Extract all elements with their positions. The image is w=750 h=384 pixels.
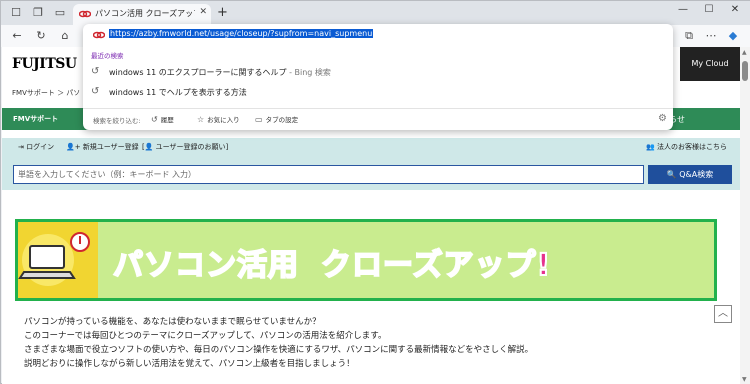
link-favicon-icon (79, 10, 91, 18)
scroll-up-icon[interactable]: ▲ (742, 49, 747, 56)
suggestion-text: windows 11 でヘルプを表示する方法 (109, 88, 247, 97)
qa-search-label: Q&A検索 (679, 170, 714, 179)
history-icon: ↺ (91, 66, 100, 77)
banner-title-part2: クローズアップ! (320, 247, 552, 284)
tab-close-icon[interactable]: ✕ (199, 7, 207, 17)
back-to-top-button[interactable]: ︿ (714, 305, 732, 323)
register-request-label: ユーザー登録のお願い (155, 143, 226, 151)
filter-history-button[interactable]: ↺ 履歴 (151, 114, 174, 124)
register-request-link[interactable]: [👤 ユーザー登録のお願い] (142, 142, 228, 152)
minimize-button[interactable]: — (673, 4, 693, 15)
filter-history-label: 履歴 (160, 116, 174, 124)
breadcrumb[interactable]: FMVサポート ＞ パソ (12, 88, 80, 98)
login-link[interactable]: ⇥ ログイン (18, 142, 54, 152)
address-bar[interactable]: https://azby.fmworld.net/usage/closeup/?… (83, 24, 673, 46)
user-bar: ⇥ ログイン 👤+ 新規ユーザー登録 [👤 ユーザー登録のお願い] 👥 法人のお… (2, 138, 740, 156)
intro-text: パソコンが持っている機能を、あなたは使わないままで眠らせていませんか？ このコー… (24, 315, 533, 371)
gear-icon[interactable]: ⚙ (658, 113, 667, 124)
banner-title-part1: パソコン活用 (112, 247, 299, 284)
link-icon (93, 31, 105, 39)
intro-line: さまざまな場面で役立つソフトの使い方や、毎日のパソコン操作を快適にするワザ、パソ… (24, 345, 534, 355)
login-label: ログイン (26, 143, 55, 151)
refresh-icon[interactable]: ↻ (33, 29, 49, 42)
corporate-link[interactable]: 👥 法人のお客様はこちら (646, 142, 727, 152)
collections-icon[interactable]: ⧉ (681, 29, 697, 43)
closeup-banner: パソコン活用 クローズアップ! (15, 219, 717, 301)
close-window-button[interactable]: ✕ (725, 4, 745, 15)
new-tab-button[interactable]: + (217, 5, 228, 20)
tab-active[interactable]: パソコン活用 クローズアップ！ - FMVサポート ✕ (73, 4, 211, 25)
profile-icon[interactable]: ☐ (9, 6, 23, 20)
filter-favorites-label: お気に入り (207, 116, 240, 124)
qa-search-button[interactable]: 🔍 Q&A検索 (648, 165, 732, 184)
more-menu-icon[interactable]: ⋯ (703, 29, 719, 42)
search-filter-row: 検索を絞り込む: ↺ 履歴 ☆ お気に入り ▭ タブの設定 ⚙ (83, 108, 673, 130)
history-icon: ↺ (151, 115, 158, 124)
laptop-illustration (18, 222, 98, 298)
home-icon[interactable]: ⌂ (57, 29, 73, 42)
history-icon: ↺ (91, 86, 100, 97)
page-scrollbar[interactable]: ▲ ▼ (740, 47, 750, 384)
search-area: 単語を入力してください（例：キーボード 入力） 🔍 Q&A検索 (2, 156, 740, 190)
tabs-icon: ▭ (255, 115, 263, 124)
filter-label: 検索を絞り込む: (93, 117, 141, 125)
register-label: 新規ユーザー登録 (82, 143, 139, 151)
scrollbar-thumb[interactable] (742, 61, 748, 81)
address-url[interactable]: https://azby.fmworld.net/usage/closeup/?… (109, 29, 374, 38)
maximize-button[interactable]: ☐ (699, 4, 719, 15)
title-bar: ☐ ❐ ▭ パソコン活用 クローズアップ！ - FMVサポート ✕ + — ☐ … (1, 1, 750, 25)
chevron-up-icon: ︿ (718, 308, 728, 319)
suggestion-source: - Bing 検索 (286, 68, 331, 77)
filter-favorites-button[interactable]: ☆ お気に入り (197, 114, 240, 124)
back-arrow-icon[interactable]: ← (9, 29, 25, 42)
suggestion-item[interactable]: ↺ windows 11 でヘルプを表示する方法 (83, 82, 673, 102)
scroll-down-icon[interactable]: ▼ (742, 376, 747, 383)
tab-title: パソコン活用 クローズアップ！ - FMVサポート (95, 9, 195, 18)
filter-tabs-label: タブの設定 (265, 116, 299, 124)
suggestion-item[interactable]: ↺ windows 11 のエクスプローラーに関するヘルプ - Bing 検索 (83, 62, 673, 82)
address-bar-dropdown: https://azby.fmworld.net/usage/closeup/?… (83, 24, 673, 130)
corporate-label: 法人のお客様はこちら (656, 143, 727, 151)
qa-search-input[interactable]: 単語を入力してください（例：キーボード 入力） (13, 165, 644, 184)
recent-searches-header: 最近の検索 (91, 52, 124, 60)
intro-line: パソコンが持っている機能を、あなたは使わないままで眠らせていませんか？ (24, 317, 321, 327)
copilot-icon[interactable]: ◆ (725, 29, 741, 42)
suggestion-text: windows 11 のエクスプローラーに関するヘルプ (109, 68, 287, 77)
fujitsu-logo[interactable]: FUJITSU (12, 56, 77, 72)
laptop-icon (18, 232, 90, 286)
browser-window: ☐ ❐ ▭ パソコン活用 クローズアップ！ - FMVサポート ✕ + — ☐ … (0, 0, 750, 384)
fmv-support-nav-label[interactable]: FMVサポート (13, 114, 58, 124)
register-link[interactable]: 👤+ 新規ユーザー登録 (66, 142, 139, 152)
mycloud-link[interactable]: My Cloud (680, 47, 740, 81)
intro-line: このコーナーでは毎回ひとつのテーマにクローズアップして、パソコンの活用法を紹介し… (24, 331, 387, 341)
search-icon: 🔍 (666, 170, 677, 179)
workspaces-icon[interactable]: ❐ (31, 6, 45, 20)
star-icon: ☆ (197, 115, 205, 124)
tab-actions-icon[interactable]: ▭ (53, 6, 67, 20)
intro-line: 説明どおりに操作しながら新しい活用法を覚えて、パソコン上級者を目指しましょう！ (24, 359, 355, 369)
filter-tabs-button[interactable]: ▭ タブの設定 (255, 114, 298, 124)
